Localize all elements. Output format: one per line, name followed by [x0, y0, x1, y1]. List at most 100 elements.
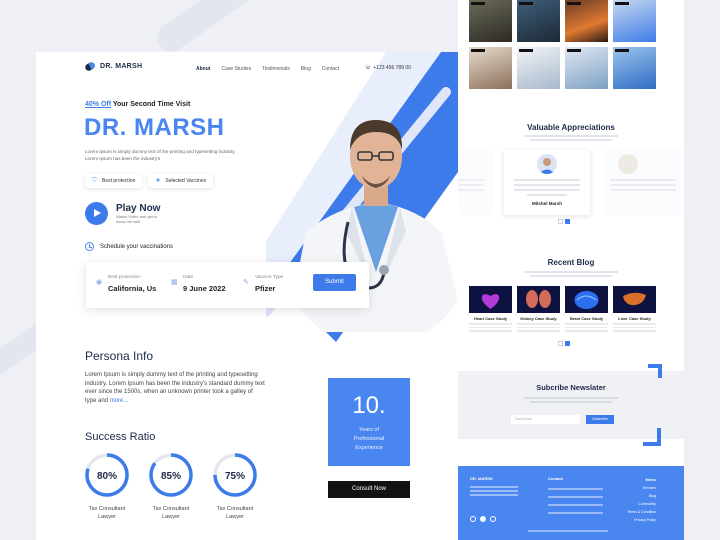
instagram-icon[interactable]: [490, 516, 496, 522]
play-button[interactable]: [85, 202, 108, 225]
play-subtitle: Watch Video and get to know me well: [116, 214, 158, 224]
footer: DR. MARSH Contact Menu Services Blog Com…: [458, 466, 684, 540]
newsletter-email-input[interactable]: Your Email: [511, 415, 580, 424]
newsletter-subtitle-lines: [518, 397, 624, 403]
gallery-image[interactable]: [517, 47, 560, 89]
read-more-link[interactable]: more...: [110, 398, 129, 404]
blog-card[interactable]: Brain Case Study: [565, 286, 608, 334]
blog-card[interactable]: Kidney Case Study: [517, 286, 560, 334]
persona-title: Persona Info: [85, 349, 154, 363]
logo[interactable]: DR. MARSH: [83, 60, 143, 73]
ring-label: Tax Consultant Lawyer: [84, 505, 130, 521]
consult-now-button[interactable]: Consult Now: [328, 481, 410, 498]
gallery-image[interactable]: [565, 0, 608, 42]
footer-contact-row: [548, 504, 603, 506]
brain-image: [565, 286, 608, 313]
blog-name: Liver Case Study: [618, 316, 651, 321]
page-preview-column: Valuable Appreciations Mitchel Marsh Rec…: [458, 0, 684, 540]
twitter-icon[interactable]: [480, 516, 486, 522]
date-label: Date: [183, 275, 194, 280]
gallery-image[interactable]: [613, 47, 656, 89]
nav-link-contact[interactable]: Contact: [322, 66, 339, 72]
years-number: 10.: [352, 392, 386, 419]
nav-link-case-studies[interactable]: Case Studies: [221, 66, 251, 72]
nav-link-about[interactable]: About: [196, 66, 210, 72]
gallery-image[interactable]: [565, 47, 608, 89]
years-text-line3: Experience: [355, 445, 383, 451]
ring-item: 85% Tax Consultant Lawyer: [148, 452, 194, 521]
footer-contact-title: Contact: [548, 476, 563, 481]
progress-ring: 85%: [149, 453, 193, 497]
blog-name: Kidney Case Study: [520, 316, 557, 321]
footer-menu-title: Menu: [645, 477, 656, 482]
footer-link-community[interactable]: Community: [618, 500, 656, 508]
progress-ring: 80%: [85, 453, 129, 497]
nav-link-blog[interactable]: Blog: [301, 66, 311, 72]
blog-name: Brain Case Study: [569, 316, 604, 321]
page-dot[interactable]: [558, 341, 563, 346]
footer-copyright-line: [528, 530, 608, 532]
location-icon: ◉: [96, 279, 103, 286]
footer-menu: Menu Services Blog Community Terms & Con…: [618, 476, 656, 524]
chip-label: Best protection: [102, 178, 136, 184]
blog-list: Heart Case Study Kidney Case Study Brain…: [469, 286, 656, 334]
years-text: Years of Professional Experience: [328, 426, 410, 453]
shield-check-icon: ⛉: [92, 178, 97, 184]
date-value: 9 June 2022: [183, 284, 226, 293]
offer-text: 40% Off Your Second Time Visit: [85, 101, 190, 108]
play-title: Play Now: [116, 203, 161, 214]
footer-contact-row: [548, 496, 603, 498]
page-dot-active[interactable]: [565, 341, 570, 346]
play-video[interactable]: Play Now Watch Video and get to know me …: [85, 202, 164, 225]
landing-page: DR. MARSH About Case Studies Testimonial…: [36, 52, 458, 540]
footer-about-lines: [470, 486, 518, 498]
nav-link-testimonials[interactable]: Testimonials: [262, 66, 290, 72]
case-study-gallery: [469, 0, 656, 89]
schedule-label: Schedule your vaccinations: [100, 243, 174, 250]
footer-link-blog[interactable]: Blog: [618, 492, 656, 500]
avatar: [618, 154, 638, 174]
logo-text: DR. MARSH: [100, 63, 143, 70]
ring-label-line1: Tax Consultant: [88, 506, 126, 512]
chip-best-protection: ⛉ Best protection: [85, 174, 143, 188]
ring-label: Tax Consultant Lawyer: [212, 505, 258, 521]
blog-pager[interactable]: [558, 341, 570, 346]
avatar: [537, 154, 557, 174]
vaccine-type-value: Pfizer: [255, 284, 276, 293]
testimonial-card: [458, 150, 494, 215]
schedule-link[interactable]: Schedule your vaccinations: [85, 242, 173, 251]
experience-box: 10. Years of Professional Experience: [328, 378, 410, 466]
footer-contact-row: [548, 488, 603, 490]
blog-title: Recent Blog: [547, 258, 595, 267]
submit-button[interactable]: Submit: [313, 274, 356, 291]
footer-link-privacy[interactable]: Privacy Policy: [618, 516, 656, 524]
footer-logo[interactable]: DR. MARSH: [470, 476, 493, 481]
nav-phone[interactable]: ☏ +123 456 789 00: [365, 65, 411, 71]
facebook-icon[interactable]: [470, 516, 476, 522]
gallery-image[interactable]: [517, 0, 560, 42]
footer-contact-row: [548, 512, 603, 514]
blog-card[interactable]: Liver Case Study: [613, 286, 656, 334]
blog-card[interactable]: Heart Case Study: [469, 286, 512, 334]
gallery-image[interactable]: [613, 0, 656, 42]
subscribe-button[interactable]: Subscribe: [586, 415, 614, 424]
footer-link-terms[interactable]: Terms & Condition: [618, 508, 656, 516]
star-icon: ★: [155, 178, 161, 184]
footer-link-services[interactable]: Services: [618, 484, 656, 492]
persona-text: Lorem Ipsum is simply dummy text of the …: [85, 371, 265, 405]
clock-icon: [85, 242, 94, 251]
location-value: California, Us: [108, 284, 157, 293]
blog-name: Heart Case Study: [473, 316, 508, 321]
decorative-corner: [643, 428, 661, 446]
phone-icon: ☏: [365, 65, 372, 71]
testimonial-pager[interactable]: [558, 219, 570, 224]
page-dot[interactable]: [558, 219, 563, 224]
capsule-icon: [83, 60, 97, 73]
footer-social-icons: [470, 516, 496, 522]
ring-item: 80% Tax Consultant Lawyer: [84, 452, 130, 521]
ring-label-line2: Lawyer: [226, 514, 244, 520]
gallery-image[interactable]: [469, 47, 512, 89]
gallery-image[interactable]: [469, 0, 512, 42]
ring-label-line1: Tax Consultant: [152, 506, 190, 512]
page-dot-active[interactable]: [565, 219, 570, 224]
